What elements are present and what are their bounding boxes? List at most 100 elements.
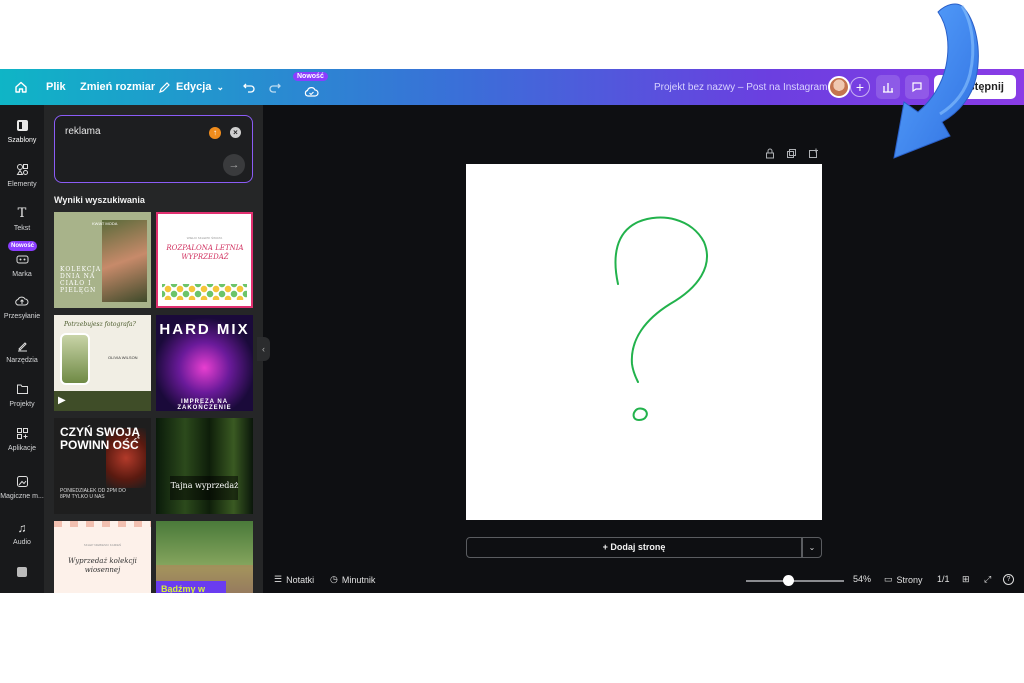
apps-icon bbox=[15, 427, 29, 441]
resize-menu[interactable]: Zmień rozmiar bbox=[80, 69, 155, 105]
zoom-slider[interactable] bbox=[746, 580, 844, 582]
template-card[interactable]: SKLEP NIEBIESKI KAMIEŃ Wyprzedaż kolekcj… bbox=[54, 521, 151, 593]
flower-decoration bbox=[162, 284, 247, 300]
elements-icon bbox=[15, 163, 29, 177]
rail-item-brand[interactable]: Marka bbox=[0, 253, 44, 278]
duplicate-page-icon[interactable] bbox=[786, 148, 797, 161]
rail-item-audio[interactable]: ♫ Audio bbox=[0, 521, 44, 546]
edit-menu[interactable]: Edycja ⌄ bbox=[158, 69, 224, 105]
pointer-arrow-icon bbox=[893, 3, 979, 159]
template-text: Potrzebujesz fotografa? bbox=[64, 321, 136, 328]
play-icon: ▶ bbox=[58, 395, 66, 406]
upgrade-icon[interactable]: ↑ bbox=[209, 127, 221, 139]
chevron-down-icon: ⌄ bbox=[216, 81, 225, 92]
rail-label-brand: Marka bbox=[12, 271, 32, 278]
template-text: Tajna wyprzedaż bbox=[170, 481, 239, 490]
rail-item-text[interactable]: T Tekst bbox=[0, 206, 44, 233]
upload-icon bbox=[15, 295, 29, 309]
clear-icon[interactable]: × bbox=[230, 127, 241, 138]
template-text: KOLEKCJA DNIA NA CIAŁO I PIELĘGN bbox=[60, 266, 102, 294]
project-title[interactable]: Projekt bez nazwy – Post na Instagram bbox=[654, 69, 827, 105]
pages-icon: ▭ bbox=[884, 574, 893, 584]
templates-icon bbox=[15, 119, 29, 133]
notes-label: Notatki bbox=[286, 574, 315, 585]
undo-icon[interactable] bbox=[242, 69, 256, 105]
timer-label: Minutnik bbox=[341, 574, 376, 585]
template-photo bbox=[102, 220, 147, 302]
rail-label-audio: Audio bbox=[13, 539, 31, 546]
fullscreen-icon[interactable]: ⤢ bbox=[984, 574, 991, 585]
template-text: Wyprzedaż kolekcji wiosennej bbox=[68, 557, 137, 574]
audio-icon: ♫ bbox=[17, 521, 27, 535]
avatar[interactable] bbox=[828, 76, 850, 98]
text-icon: T bbox=[17, 206, 27, 221]
template-photo bbox=[60, 333, 90, 385]
cloud-saved-icon[interactable] bbox=[304, 73, 319, 109]
home-icon[interactable] bbox=[14, 69, 28, 105]
template-tag: KWIAT MODA bbox=[92, 221, 118, 226]
rail-item-tools[interactable]: Narzędzia bbox=[0, 339, 44, 364]
rail-label-uploads: Przesyłanie bbox=[3, 313, 41, 320]
template-card[interactable]: CZYŃ SWOJĄ POWINN OŚĆ PONIEDZIAŁEK OD 2P… bbox=[54, 418, 151, 514]
template-card[interactable]: Bądźmy w kontakcie bbox=[156, 521, 253, 593]
design-page[interactable] bbox=[466, 164, 822, 520]
template-text: HARD MIX bbox=[159, 321, 250, 338]
template-tag: IMPREZA NA ZAKOŃCZENIE bbox=[177, 399, 232, 411]
template-card[interactable]: ROZPALONA LETNIA WYPRZEDAŻ WIELKI SKLEPI… bbox=[156, 212, 253, 308]
template-tag: WIELKI SKLEPIK ŚWIATA bbox=[186, 236, 223, 240]
rail-label-tools: Narzędzia bbox=[6, 357, 38, 364]
rail-new-badge: Nowość bbox=[8, 241, 37, 251]
pencil-icon bbox=[159, 81, 170, 93]
rail-label-elements: Elementy bbox=[7, 181, 37, 188]
question-mark-drawing[interactable] bbox=[466, 164, 822, 520]
rail-item-templates[interactable]: Szablony bbox=[0, 119, 44, 144]
rail-label-projects: Projekty bbox=[9, 401, 35, 408]
notes-icon: ☰ bbox=[274, 574, 283, 584]
template-card[interactable]: KOLEKCJA DNIA NA CIAŁO I PIELĘGN KWIAT M… bbox=[54, 212, 151, 308]
rail-item-projects[interactable]: Projekty bbox=[0, 383, 44, 408]
add-page-dropdown[interactable]: ⌄ bbox=[802, 537, 822, 558]
rail-item-magic-media[interactable]: Magiczne m... bbox=[0, 475, 44, 500]
brand-icon bbox=[15, 253, 29, 267]
rail-label-magic-media: Magiczne m... bbox=[0, 493, 44, 500]
help-icon[interactable]: ? bbox=[1003, 574, 1014, 585]
rail-item-more[interactable] bbox=[0, 566, 44, 584]
rail-item-apps[interactable]: Aplikacje bbox=[0, 427, 44, 452]
submit-search-button[interactable]: → bbox=[223, 154, 245, 176]
pages-button[interactable]: ▭ Strony bbox=[884, 574, 923, 585]
editor-window: Plik Zmień rozmiar Edycja ⌄ Nowość Proje… bbox=[0, 69, 1024, 593]
pages-label: Strony bbox=[896, 574, 923, 585]
tools-icon bbox=[15, 339, 29, 353]
template-text: Bądźmy w kontakcie bbox=[161, 584, 206, 593]
add-page-button[interactable]: + Dodaj stronę bbox=[466, 537, 802, 558]
rail-item-elements[interactable]: Elementy bbox=[0, 163, 44, 188]
magic-media-icon bbox=[15, 475, 29, 489]
template-card[interactable]: HARD MIX IMPREZA NA ZAKOŃCZENIE bbox=[156, 315, 253, 411]
template-tag: OLIVIA WILSON bbox=[108, 355, 138, 360]
search-input[interactable]: reklama ↑ × → bbox=[54, 115, 253, 183]
template-card[interactable]: Potrzebujesz fotografa? OLIVIA WILSON ▶ bbox=[54, 315, 151, 411]
file-menu[interactable]: Plik bbox=[46, 69, 66, 105]
timer-button[interactable]: ◷ Minutnik bbox=[330, 574, 375, 585]
timer-icon: ◷ bbox=[330, 574, 338, 584]
zoom-slider-handle[interactable] bbox=[783, 575, 794, 586]
invite-button[interactable]: + bbox=[850, 77, 870, 97]
zoom-level[interactable]: 54% bbox=[853, 574, 871, 584]
template-tag: PONIEDZIAŁEK OD 2PM DO 8PM TYLKO U NAS bbox=[60, 488, 126, 500]
stripe-decoration bbox=[54, 521, 151, 527]
template-card[interactable]: Tajna wyprzedaż bbox=[156, 418, 253, 514]
templates-panel: reklama ↑ × → Wyniki wyszukiwania KOLEKC… bbox=[44, 105, 263, 593]
more-apps-icon bbox=[15, 566, 29, 580]
rail-label-templates: Szablony bbox=[7, 137, 37, 144]
left-rail: Szablony Elementy T Tekst Nowość Marka P… bbox=[0, 105, 44, 593]
collapse-panel-button[interactable]: ‹ bbox=[257, 337, 270, 361]
notes-button[interactable]: ☰ Notatki bbox=[274, 574, 314, 585]
add-page-icon[interactable] bbox=[808, 148, 819, 161]
template-footer bbox=[54, 391, 151, 411]
redo-icon[interactable] bbox=[268, 69, 282, 105]
top-bar: Plik Zmień rozmiar Edycja ⌄ Nowość Proje… bbox=[0, 69, 1024, 105]
template-text: ROZPALONA LETNIA WYPRZEDAŻ bbox=[166, 244, 244, 261]
rail-item-uploads[interactable]: Przesyłanie bbox=[0, 295, 44, 320]
grid-view-icon[interactable]: ⊞ bbox=[962, 574, 970, 585]
lock-icon[interactable] bbox=[765, 148, 775, 161]
